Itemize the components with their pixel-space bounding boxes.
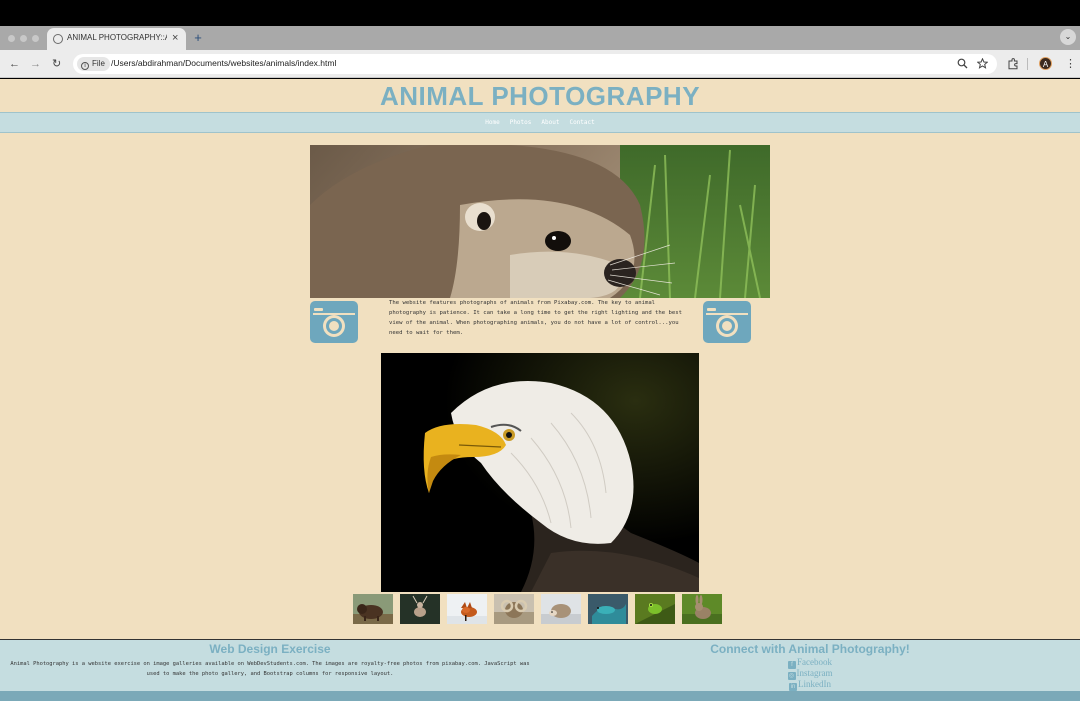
tab-strip: ANIMAL PHOTOGRAPHY::Ani × + bbox=[0, 26, 1080, 50]
nav-about[interactable]: About bbox=[541, 113, 559, 132]
browser-menu-button[interactable]: ⋮ bbox=[1065, 57, 1076, 71]
zoom-icon[interactable] bbox=[957, 58, 968, 69]
tab-search-button[interactable]: ⌄ bbox=[1060, 29, 1076, 45]
site-info-chip[interactable]: i File bbox=[77, 57, 110, 71]
screen-top-bar bbox=[0, 0, 1080, 26]
nav-home[interactable]: Home bbox=[485, 113, 499, 132]
hero-otter-image bbox=[310, 145, 770, 298]
address-bar[interactable]: i File /Users/abdirahman/Documents/websit… bbox=[73, 54, 997, 74]
globe-icon bbox=[53, 34, 63, 44]
thumbnail-ram[interactable] bbox=[494, 594, 534, 624]
thumbnail-hedgehog[interactable] bbox=[541, 594, 581, 624]
camera-icon bbox=[310, 301, 358, 343]
web-page: ANIMAL PHOTOGRAPHY Home Photos About Con… bbox=[0, 79, 1080, 701]
browser-tab[interactable]: ANIMAL PHOTOGRAPHY::Ani × bbox=[47, 28, 186, 50]
site-footer: Web Design Exercise Animal Photography i… bbox=[0, 639, 1080, 691]
featured-eagle-image[interactable] bbox=[381, 353, 699, 592]
social-link-linkedin[interactable]: in LinkedIn bbox=[540, 679, 1080, 691]
new-tab-button[interactable]: + bbox=[190, 30, 206, 46]
social-label: LinkedIn bbox=[798, 679, 831, 689]
thumbnail-deer[interactable] bbox=[400, 594, 440, 624]
linkedin-icon: in bbox=[789, 683, 797, 691]
forward-button[interactable]: → bbox=[30, 57, 41, 71]
footer-left-text: Animal Photography is a website exercise… bbox=[10, 661, 530, 677]
footer-bottom-bar bbox=[0, 691, 1080, 701]
profile-avatar[interactable]: A bbox=[1039, 57, 1052, 70]
camera-icon bbox=[703, 301, 751, 343]
nav-contact[interactable]: Contact bbox=[569, 113, 594, 132]
star-icon[interactable] bbox=[977, 58, 988, 69]
social-label: Facebook bbox=[797, 657, 832, 667]
footer-left-title: Web Design Exercise bbox=[209, 642, 331, 656]
thumbnail-lizard[interactable] bbox=[588, 594, 628, 624]
site-navbar: Home Photos About Contact bbox=[0, 112, 1080, 133]
site-title: ANIMAL PHOTOGRAPHY bbox=[379, 81, 701, 111]
social-label: Instagram bbox=[796, 668, 833, 678]
nav-photos[interactable]: Photos bbox=[510, 113, 532, 132]
minimize-window-button[interactable] bbox=[20, 35, 27, 42]
intro-text: The website features photographs of anim… bbox=[389, 300, 682, 336]
thumbnail-fox[interactable] bbox=[447, 594, 487, 624]
footer-right-title: Connect with Animal Photography! bbox=[710, 642, 910, 656]
thumbnail-frog[interactable] bbox=[635, 594, 675, 624]
file-chip-label: File bbox=[92, 59, 105, 68]
reload-button[interactable]: ↻ bbox=[52, 57, 61, 71]
tab-title: ANIMAL PHOTOGRAPHY::Ani bbox=[67, 33, 167, 42]
thumbnail-bison[interactable] bbox=[353, 594, 393, 624]
close-tab-icon[interactable]: × bbox=[172, 31, 178, 45]
puzzle-icon[interactable] bbox=[1007, 58, 1019, 70]
close-window-button[interactable] bbox=[8, 35, 15, 42]
thumbnail-strip bbox=[353, 594, 725, 624]
zoom-window-button[interactable] bbox=[32, 35, 39, 42]
url-text[interactable]: /Users/abdirahman/Documents/websites/ani… bbox=[111, 58, 336, 68]
browser-toolbar: ← → ↻ i File /Users/abdirahman/Documents/… bbox=[0, 50, 1080, 78]
thumbnail-rabbit[interactable] bbox=[682, 594, 722, 624]
info-icon: i bbox=[81, 62, 89, 70]
toolbar-divider bbox=[1027, 58, 1028, 70]
site-header: ANIMAL PHOTOGRAPHY bbox=[0, 79, 1080, 113]
back-button[interactable]: ← bbox=[9, 57, 20, 71]
